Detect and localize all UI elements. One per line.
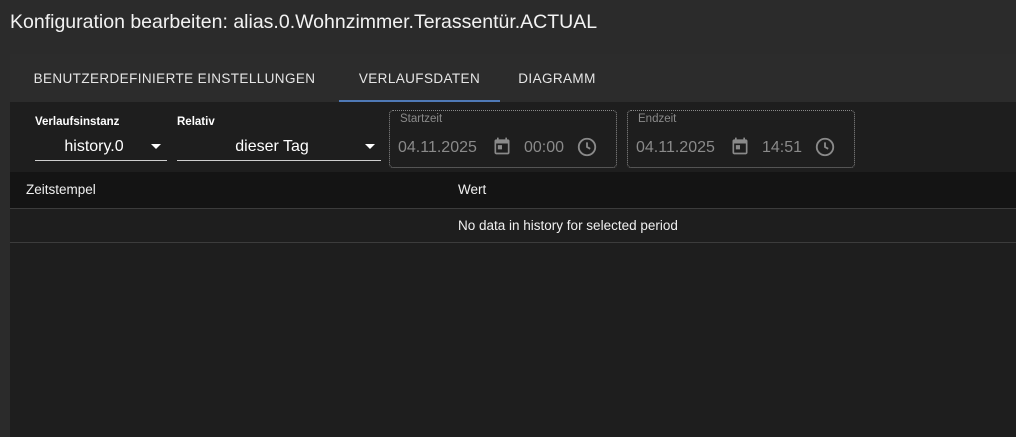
relative-select[interactable]: dieser Tag bbox=[177, 133, 381, 161]
left-rail bbox=[0, 54, 10, 437]
tab-history-data[interactable]: VERLAUFSDATEN bbox=[339, 54, 500, 102]
end-date-value: 04.11.2025 bbox=[636, 139, 715, 156]
start-time-value: 00:00 bbox=[524, 139, 565, 156]
table-empty-row: No data in history for selected period bbox=[10, 209, 1016, 243]
calendar-icon[interactable] bbox=[492, 136, 512, 156]
end-time-label: Endzeit bbox=[638, 113, 677, 125]
empty-message: No data in history for selected period bbox=[458, 218, 678, 233]
dialog-title-text: Konfiguration bearbeiten: alias.0.Wohnzi… bbox=[10, 11, 598, 33]
chevron-down-icon bbox=[365, 144, 375, 149]
history-filter-toolbar: Verlaufsinstanz history.0 Relativ dieser… bbox=[10, 102, 1016, 172]
clock-icon[interactable] bbox=[576, 136, 598, 158]
start-date-value: 04.11.2025 bbox=[398, 139, 477, 156]
history-table-header: Zeitstempel Wert bbox=[10, 172, 1016, 209]
chevron-down-icon bbox=[151, 144, 161, 149]
relative-label: Relativ bbox=[177, 116, 215, 128]
instance-label: Verlaufsinstanz bbox=[35, 116, 120, 128]
tab-custom-settings[interactable]: BENUTZERDEFINIERTE EINSTELLUNGEN bbox=[10, 54, 339, 102]
tab-chart[interactable]: DIAGRAMM bbox=[500, 54, 614, 102]
start-time-field[interactable]: Startzeit 04.11.2025 00:00 bbox=[389, 110, 617, 168]
instance-value: history.0 bbox=[64, 137, 124, 155]
calendar-icon[interactable] bbox=[730, 136, 750, 156]
tab-bar: BENUTZERDEFINIERTE EINSTELLUNGEN VERLAUF… bbox=[10, 54, 1016, 102]
end-time-value: 14:51 bbox=[762, 139, 803, 156]
relative-value: dieser Tag bbox=[235, 137, 309, 155]
tab-label: VERLAUFSDATEN bbox=[358, 70, 481, 86]
tab-label: DIAGRAMM bbox=[518, 70, 596, 86]
dialog-title: Konfiguration bearbeiten: alias.0.Wohnzi… bbox=[0, 0, 1016, 54]
start-time-label: Startzeit bbox=[400, 113, 443, 125]
tab-label: BENUTZERDEFINIERTE EINSTELLUNGEN bbox=[33, 70, 316, 86]
end-time-field[interactable]: Endzeit 04.11.2025 14:51 bbox=[627, 110, 855, 168]
column-header-value[interactable]: Wert bbox=[458, 182, 486, 197]
instance-select[interactable]: history.0 bbox=[35, 133, 167, 161]
clock-icon[interactable] bbox=[814, 136, 836, 158]
column-header-timestamp[interactable]: Zeitstempel bbox=[26, 182, 96, 197]
